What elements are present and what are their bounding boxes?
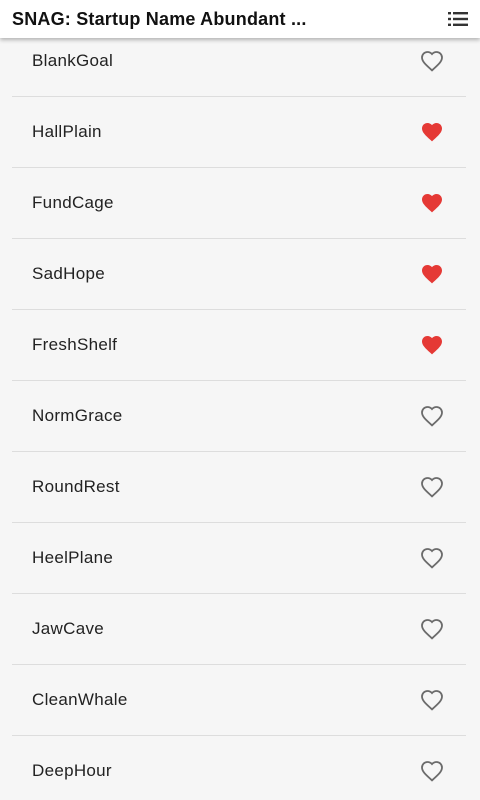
list-item[interactable]: NormGrace [12,381,466,452]
list-item[interactable]: RoundRest [12,452,466,523]
list-item[interactable]: HeelPlane [12,523,466,594]
name-label: HallPlain [32,122,102,141]
list-item[interactable]: HallPlain [12,97,466,168]
name-label: NormGrace [32,406,123,425]
heart-outline-icon[interactable] [420,405,444,427]
list-item[interactable]: DeepHour [12,736,466,800]
list-item[interactable]: FreshShelf [12,310,466,381]
name-list: BlankGoal HallPlain FundCage SadHope FreshSh… [12,26,466,800]
app-title: SNAG: Startup Name Abundant ... [12,9,307,29]
name-label: JawCave [32,619,105,638]
heart-outline-icon[interactable] [420,689,444,711]
list-item[interactable]: JawCave [12,594,466,665]
name-label: DeepHour [32,761,112,780]
heart-outline-icon[interactable] [420,50,444,72]
list-item[interactable]: SadHope [12,239,466,310]
name-label: FreshShelf [32,335,118,354]
name-label: FundCage [32,193,114,212]
favorite-heart-icon[interactable] [420,334,444,356]
favorite-heart-icon[interactable] [420,192,444,214]
name-label: CleanWhale [32,690,128,709]
list-item[interactable]: FundCage [12,168,466,239]
heart-outline-icon[interactable] [420,618,444,640]
favorite-heart-icon[interactable] [420,263,444,285]
favorite-heart-icon[interactable] [420,121,444,143]
list-item[interactable]: CleanWhale [12,665,466,736]
name-label: BlankGoal [32,51,114,70]
name-label: HeelPlane [32,548,114,567]
heart-outline-icon[interactable] [420,760,444,782]
app-screen: SNAG: Startup Name Abundant ... BlankGoa… [0,0,480,800]
saved-list-button[interactable] [446,7,470,31]
heart-outline-icon[interactable] [420,476,444,498]
app-bar: SNAG: Startup Name Abundant ... [0,0,480,38]
heart-outline-icon[interactable] [420,547,444,569]
name-label: SadHope [32,264,105,283]
name-label: RoundRest [32,477,120,496]
list-icon [448,12,468,26]
